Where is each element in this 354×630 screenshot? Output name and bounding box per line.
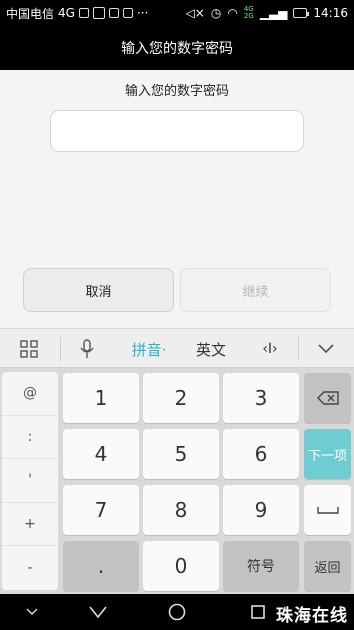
hide-keyboard-icon[interactable] xyxy=(14,594,50,630)
side-key-minus[interactable]: - xyxy=(2,546,58,590)
more-notifications-icon: ··· xyxy=(136,6,149,20)
toolbar-divider xyxy=(298,337,299,361)
wifi-icon: ◠ xyxy=(227,6,238,20)
key-4[interactable]: 4 xyxy=(63,429,139,479)
chevron-down-icon[interactable] xyxy=(304,329,348,369)
image-notification-icon xyxy=(78,8,89,18)
keyboard-notification-icon xyxy=(122,8,133,18)
pinyin-mode-tab[interactable]: 拼音· xyxy=(120,329,178,369)
english-mode-tab[interactable]: 英文 xyxy=(186,329,236,369)
key-7[interactable]: 7 xyxy=(63,485,139,535)
grid-icon[interactable] xyxy=(8,329,50,369)
key-3[interactable]: 3 xyxy=(223,373,299,423)
carrier-label: 中国电信 xyxy=(6,6,55,21)
title-bar: 输入您的数字密码 xyxy=(0,26,354,70)
clock: 14:16 xyxy=(313,6,348,20)
symbol-column: @ : ' + - xyxy=(2,372,58,590)
network-label: 4G xyxy=(58,6,75,20)
mute-icon: ◁× xyxy=(185,6,205,20)
pin-dialog: 输入您的数字密码 取消 继续 xyxy=(0,70,354,328)
pin-prompt: 输入您的数字密码 xyxy=(124,84,229,99)
numeric-keyboard: @ : ' + - 1 2 3 4 5 6 下一项 7 8 9 . 0 符号 返… xyxy=(0,368,354,594)
next-item-key[interactable]: 下一项 xyxy=(304,429,351,479)
backspace-key[interactable] xyxy=(304,373,351,423)
recents-icon[interactable] xyxy=(240,594,276,630)
app-notification-icon xyxy=(108,8,119,18)
toolbar-divider xyxy=(60,337,61,361)
side-key-apostrophe[interactable]: ' xyxy=(2,459,58,503)
side-key-colon[interactable]: : xyxy=(2,416,58,460)
key-6[interactable]: 6 xyxy=(223,429,299,479)
key-dot[interactable]: . xyxy=(63,541,139,591)
keyboard-toolbar: 拼音· 英文 ‹I› xyxy=(0,328,354,368)
backspace-icon xyxy=(316,391,339,405)
space-icon xyxy=(316,507,339,514)
microphone-icon[interactable] xyxy=(66,329,108,369)
page-title: 输入您的数字密码 xyxy=(121,41,233,57)
key-1[interactable]: 1 xyxy=(63,373,139,423)
pin-input[interactable] xyxy=(50,110,304,152)
cursor-control-button[interactable]: ‹I› xyxy=(248,329,292,369)
key-5[interactable]: 5 xyxy=(143,429,219,479)
key-8[interactable]: 8 xyxy=(143,485,219,535)
gallery-notification-icon xyxy=(92,7,105,19)
cancel-button[interactable]: 取消 xyxy=(23,268,174,312)
status-bar: 中国电信 4G ··· ◁× ◷ ◠ 4G 2G ▁▃▅ 14:16 xyxy=(0,0,354,26)
battery-icon xyxy=(293,8,310,18)
continue-button[interactable]: 继续 xyxy=(180,268,331,312)
back-icon[interactable] xyxy=(80,594,116,630)
side-key-plus[interactable]: + xyxy=(2,503,58,547)
key-0[interactable]: 0 xyxy=(143,541,219,591)
space-key[interactable] xyxy=(304,485,351,535)
key-2[interactable]: 2 xyxy=(143,373,219,423)
key-9[interactable]: 9 xyxy=(223,485,299,535)
alarm-icon: ◷ xyxy=(210,6,222,20)
watermark-logo: 珠海在线 xyxy=(276,606,348,626)
symbol-key[interactable]: 符号 xyxy=(223,541,299,591)
return-key[interactable]: 返回 xyxy=(304,541,351,591)
home-icon[interactable] xyxy=(158,594,196,630)
side-key-at[interactable]: @ xyxy=(2,372,58,416)
network-type-indicator: 4G 2G xyxy=(243,5,254,20)
signal-icon: ▁▃▅ xyxy=(259,6,288,20)
